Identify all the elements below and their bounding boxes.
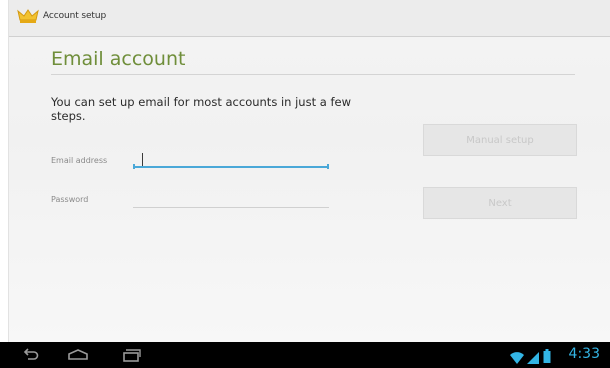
password-label: Password <box>51 195 89 204</box>
battery-icon <box>543 348 551 367</box>
password-input[interactable] <box>133 190 329 208</box>
back-icon[interactable] <box>22 347 40 367</box>
email-input-underline-right <box>327 164 329 169</box>
signal-icon <box>527 349 539 368</box>
email-input-underline-left <box>133 164 135 169</box>
intro-text: You can set up email for most accounts i… <box>51 95 351 123</box>
account-setup-screen: Account setup Email account You can set … <box>8 0 610 342</box>
system-navigation-bar: 4:33 <box>0 342 610 368</box>
text-cursor <box>142 153 143 166</box>
wifi-icon <box>510 349 524 368</box>
action-bar-title: Account setup <box>43 11 107 21</box>
account-setup-icon[interactable] <box>15 8 41 26</box>
action-bar: Account setup <box>9 0 610 37</box>
clock-time: 4:33 <box>568 346 600 362</box>
email-address-label: Email address <box>51 156 108 165</box>
page-title: Email account <box>51 48 186 70</box>
manual-setup-button[interactable]: Manual setup <box>423 124 577 156</box>
recent-apps-icon[interactable] <box>120 347 142 367</box>
email-address-input[interactable] <box>133 150 329 168</box>
next-button[interactable]: Next <box>423 187 577 219</box>
home-icon[interactable] <box>66 347 90 367</box>
title-divider <box>51 74 575 75</box>
